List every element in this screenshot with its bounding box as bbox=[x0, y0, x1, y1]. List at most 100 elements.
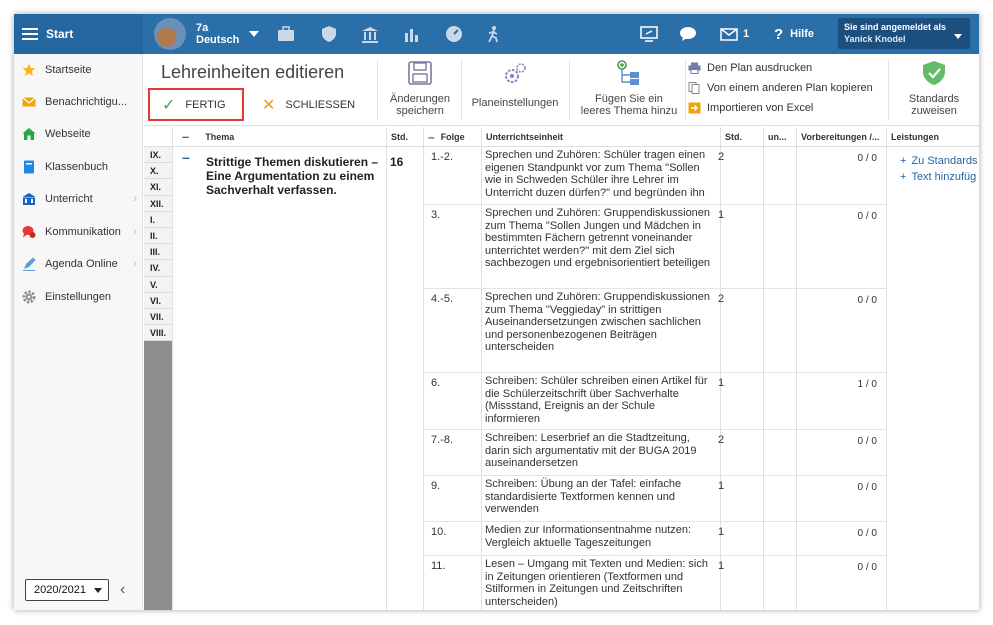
chevron-right-icon: › bbox=[133, 258, 137, 270]
start-menu-button[interactable]: Start bbox=[14, 14, 143, 54]
screen-share-icon[interactable] bbox=[639, 24, 659, 44]
header-thema[interactable]: – Thema bbox=[172, 127, 386, 147]
column-divider bbox=[386, 127, 387, 610]
app-window: Start 7a Deutsch 1 ? Hilfe Sie sind ange… bbox=[14, 14, 979, 610]
shield-icon[interactable] bbox=[319, 24, 339, 44]
table-row[interactable]: 3. Sprechen und Zuhören: Gruppendiskussi… bbox=[423, 205, 887, 289]
header-vorb[interactable]: Vorbereitungen /... bbox=[797, 127, 886, 147]
collapse-icon[interactable]: – bbox=[428, 130, 435, 144]
save-label-line1: Änderungen bbox=[390, 93, 450, 105]
copy-from-plan-link[interactable]: Von einem anderen Plan kopieren bbox=[688, 82, 873, 94]
table-row[interactable]: 11. Lesen – Umgang mit Texten und Medien… bbox=[423, 556, 887, 610]
row-sequence: 11. bbox=[431, 560, 446, 572]
user-name: Yanick Knodel bbox=[844, 34, 906, 44]
topic-title[interactable]: Strittige Themen diskutieren – Eine Argu… bbox=[206, 155, 384, 197]
row-sequence: 7.-8. bbox=[431, 434, 454, 446]
header-std2[interactable]: Std. bbox=[721, 127, 763, 147]
floppy-disk-icon bbox=[408, 61, 432, 85]
gauge-icon[interactable] bbox=[444, 24, 464, 44]
copy-label: Von einem anderen Plan kopieren bbox=[707, 82, 873, 94]
messages-button[interactable]: 1 bbox=[720, 24, 749, 44]
add-to-standards-link[interactable]: + Zu Standards bbox=[900, 155, 977, 167]
collapse-sidebar-icon[interactable]: ‹ bbox=[120, 581, 125, 599]
sidebar-item-unterricht[interactable]: Unterricht › bbox=[14, 188, 143, 210]
sidebar-item-webseite[interactable]: Webseite bbox=[14, 123, 143, 145]
import-excel-link[interactable]: Importieren von Excel bbox=[688, 102, 813, 114]
sidebar-item-einstellungen[interactable]: Einstellungen bbox=[14, 286, 143, 308]
top-bar: Start 7a Deutsch 1 ? Hilfe Sie sind ange… bbox=[14, 14, 979, 54]
help-button[interactable]: ? Hilfe bbox=[774, 24, 814, 44]
header-folge-label: Folge bbox=[440, 131, 465, 142]
table-row[interactable]: 6. Schreiben: Schüler schreiben einen Ar… bbox=[423, 373, 887, 430]
table-row[interactable]: 7.-8. Schreiben: Leserbrief an die Stadt… bbox=[423, 430, 887, 476]
plan-settings-button[interactable]: Planeinstellungen bbox=[469, 60, 561, 109]
print-plan-link[interactable]: Den Plan ausdrucken bbox=[688, 62, 812, 74]
school-year-value: 2020/2021 bbox=[34, 584, 86, 596]
done-label: FERTIG bbox=[185, 98, 226, 111]
sidebar-item-kommunikation[interactable]: Kommunikation › bbox=[14, 221, 143, 243]
sidebar-item-startseite[interactable]: Startseite bbox=[14, 59, 143, 81]
copy-icon bbox=[688, 82, 700, 94]
table-row[interactable]: 10. Medien zur Informationsentnahme nutz… bbox=[423, 522, 887, 556]
class-selector[interactable]: 7a Deutsch bbox=[154, 18, 260, 50]
row-unit-text: Schreiben: Übung an der Tafel: einfache … bbox=[485, 478, 682, 515]
add-text-link[interactable]: + Text hinzufüg bbox=[900, 171, 976, 183]
close-button[interactable]: ✕ SCHLIESSEN bbox=[262, 95, 355, 115]
collapse-all-icon[interactable]: – bbox=[182, 129, 189, 144]
header-leistungen[interactable]: Leistungen bbox=[887, 127, 979, 147]
collapse-topic-icon[interactable]: – bbox=[182, 149, 190, 165]
chat-icon[interactable] bbox=[678, 24, 698, 44]
sidebar-item-agenda-online[interactable]: Agenda Online › bbox=[14, 253, 143, 275]
sidebar-item-label: Klassenbuch bbox=[45, 161, 108, 173]
month-label: III. bbox=[144, 244, 172, 261]
pen-icon bbox=[23, 257, 36, 271]
month-label: X. bbox=[144, 163, 172, 180]
row-unit-text: Sprechen und Zuhören: Schüler tragen ein… bbox=[485, 149, 706, 199]
shield-check-icon bbox=[923, 61, 945, 85]
add-empty-topic-button[interactable]: Fügen Sie ein leeres Thema hinzu bbox=[574, 60, 684, 117]
institution-icon[interactable] bbox=[360, 24, 380, 44]
briefcase-icon[interactable] bbox=[276, 24, 296, 44]
table-row[interactable]: 1.-2. Sprechen und Zuhören: Schüler trag… bbox=[423, 147, 887, 205]
school-year-select[interactable]: 2020/2021 bbox=[25, 579, 109, 601]
row-sequence: 10. bbox=[431, 526, 447, 538]
done-button[interactable]: ✓ FERTIG bbox=[148, 88, 244, 121]
month-label: V. bbox=[144, 276, 172, 293]
row-preparations: 0 / 0 bbox=[857, 211, 877, 222]
month-list: IX. X. XI. XII. I. II. III. IV. V. VI. V… bbox=[144, 147, 172, 342]
row-preparations: 0 / 0 bbox=[857, 482, 877, 493]
month-label: IX. bbox=[144, 147, 172, 164]
save-changes-button[interactable]: Änderungen speichern bbox=[388, 60, 452, 117]
month-label: I. bbox=[144, 211, 172, 228]
caret-down-icon bbox=[954, 34, 962, 39]
chat-icon bbox=[22, 226, 36, 238]
user-menu[interactable]: Sie sind angemeldet als Yanick Knodel bbox=[838, 18, 970, 49]
toolbar-divider bbox=[685, 60, 686, 120]
table-row[interactable]: 4.-5. Sprechen und Zuhören: Gruppendisku… bbox=[423, 289, 887, 373]
sidebar-item-label: Kommunikation bbox=[45, 226, 121, 238]
sidebar-item-benachrichtigungen[interactable]: Benachrichtigu... bbox=[14, 91, 143, 113]
hiking-icon[interactable] bbox=[484, 24, 504, 44]
header-std[interactable]: Std. bbox=[387, 127, 423, 147]
assign-standards-button[interactable]: Standards zuweisen bbox=[894, 60, 974, 117]
month-label: XII. bbox=[144, 195, 172, 212]
header-un[interactable]: un... bbox=[764, 127, 797, 147]
month-label: VI. bbox=[144, 292, 172, 309]
row-sequence: 3. bbox=[431, 209, 441, 221]
toolbar-divider bbox=[888, 60, 889, 120]
header-ue[interactable]: Unterrichtseinheit bbox=[482, 127, 720, 147]
standards-label-line1: Standards bbox=[908, 93, 960, 105]
sidebar-item-label: Benachrichtigu... bbox=[45, 96, 127, 108]
table-row[interactable]: 9. Schreiben: Übung an der Tafel: einfac… bbox=[423, 476, 887, 522]
message-count: 1 bbox=[743, 28, 750, 40]
row-hours: 1 bbox=[718, 377, 725, 389]
toolbar-divider bbox=[461, 60, 462, 120]
class-subject: Deutsch bbox=[196, 34, 240, 46]
toolbar-divider bbox=[569, 60, 570, 120]
gear-icon bbox=[22, 290, 36, 304]
sidebar-item-klassenbuch[interactable]: Klassenbuch bbox=[14, 156, 143, 178]
header-folge[interactable]: – Folge bbox=[424, 127, 482, 147]
bar-chart-icon[interactable] bbox=[402, 24, 422, 44]
add-topic-label-line2: leeres Thema hinzu bbox=[580, 105, 678, 117]
row-hours: 1 bbox=[718, 526, 725, 538]
